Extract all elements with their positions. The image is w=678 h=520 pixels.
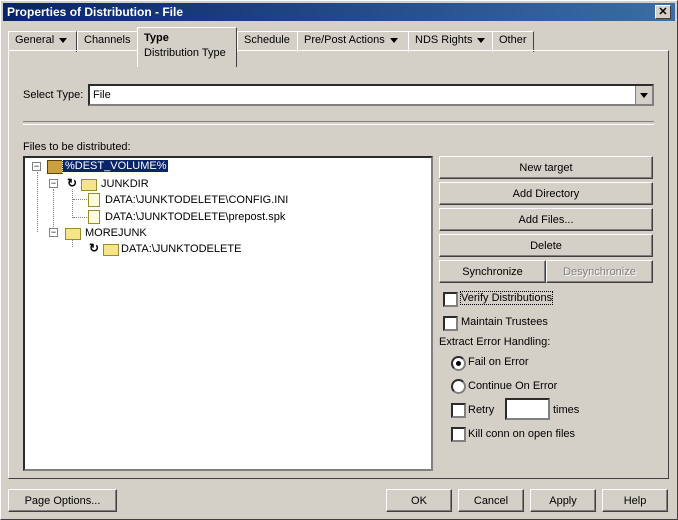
retry-times-label: times — [553, 404, 580, 416]
tree-node-label: %DEST_VOLUME% — [61, 159, 170, 173]
extract-error-label: Extract Error Handling: — [439, 336, 551, 348]
ok-button[interactable]: OK — [386, 489, 452, 512]
file-icon — [88, 193, 100, 207]
fail-on-error-label[interactable]: Fail on Error — [468, 356, 529, 368]
add-files-button[interactable]: Add Files... — [439, 208, 653, 231]
kill-conn-label[interactable]: Kill conn on open files — [468, 428, 575, 440]
cancel-button[interactable]: Cancel — [458, 489, 524, 512]
verify-distributions-label[interactable]: Verify Distributions — [459, 291, 554, 305]
new-target-button[interactable]: New target — [439, 156, 653, 179]
folder-icon — [103, 244, 119, 256]
fail-on-error-radio[interactable] — [451, 356, 466, 371]
synchronize-button[interactable]: Synchronize — [439, 260, 546, 283]
sync-icon: ↻ — [89, 241, 100, 255]
select-type-label: Select Type: — [23, 89, 84, 101]
volume-icon — [47, 160, 63, 174]
collapse-icon[interactable]: − — [49, 228, 58, 237]
select-type-value: File — [93, 89, 111, 101]
retry-count-field[interactable] — [505, 398, 550, 420]
apply-button[interactable]: Apply — [530, 489, 596, 512]
tree-line — [73, 217, 87, 218]
tree-node-config-ini[interactable]: DATA:\JUNKTODELETE\CONFIG.INI — [105, 193, 288, 208]
retry-checkbox[interactable] — [451, 403, 466, 418]
maintain-trustees-checkbox[interactable] — [443, 316, 458, 331]
desynchronize-button[interactable]: Desynchronize — [546, 260, 653, 283]
collapse-icon[interactable]: − — [32, 162, 41, 171]
tree-line — [37, 172, 38, 232]
chevron-down-icon[interactable] — [635, 86, 652, 104]
folder-icon — [65, 228, 81, 240]
folder-icon — [81, 179, 97, 191]
select-type-dropdown[interactable]: File — [88, 84, 654, 106]
maintain-trustees-label[interactable]: Maintain Trustees — [461, 316, 548, 328]
files-label: Files to be distributed: — [23, 141, 131, 153]
collapse-icon[interactable]: − — [49, 179, 58, 188]
tree-line — [72, 189, 73, 218]
continue-on-error-label[interactable]: Continue On Error — [468, 380, 557, 392]
tree-node-morejunk[interactable]: MOREJUNK — [85, 226, 147, 241]
retry-label[interactable]: Retry — [468, 404, 494, 416]
delete-button[interactable]: Delete — [439, 234, 653, 257]
file-icon — [88, 210, 100, 224]
tree-line — [73, 199, 87, 200]
page-options-button[interactable]: Page Options... — [8, 489, 117, 512]
verify-distributions-checkbox[interactable] — [443, 292, 458, 307]
separator — [23, 121, 654, 125]
tree-node-data-junktodelete[interactable]: DATA:\JUNKTODELETE — [121, 242, 241, 257]
tree-node-dest-volume[interactable]: %DEST_VOLUME% — [61, 159, 170, 174]
continue-on-error-radio[interactable] — [451, 379, 466, 394]
add-directory-button[interactable]: Add Directory — [439, 182, 653, 205]
sync-icon: ↻ — [67, 176, 78, 190]
files-tree[interactable]: − %DEST_VOLUME% − ↻ JUNKDIR DATA:\JUNKTO… — [23, 156, 433, 471]
help-button[interactable]: Help — [602, 489, 668, 512]
tree-node-prepost-spk[interactable]: DATA:\JUNKTODELETE\prepost.spk — [105, 210, 285, 225]
kill-conn-checkbox[interactable] — [451, 427, 466, 442]
tree-line — [53, 189, 54, 231]
tree-node-junkdir[interactable]: JUNKDIR — [101, 177, 149, 192]
